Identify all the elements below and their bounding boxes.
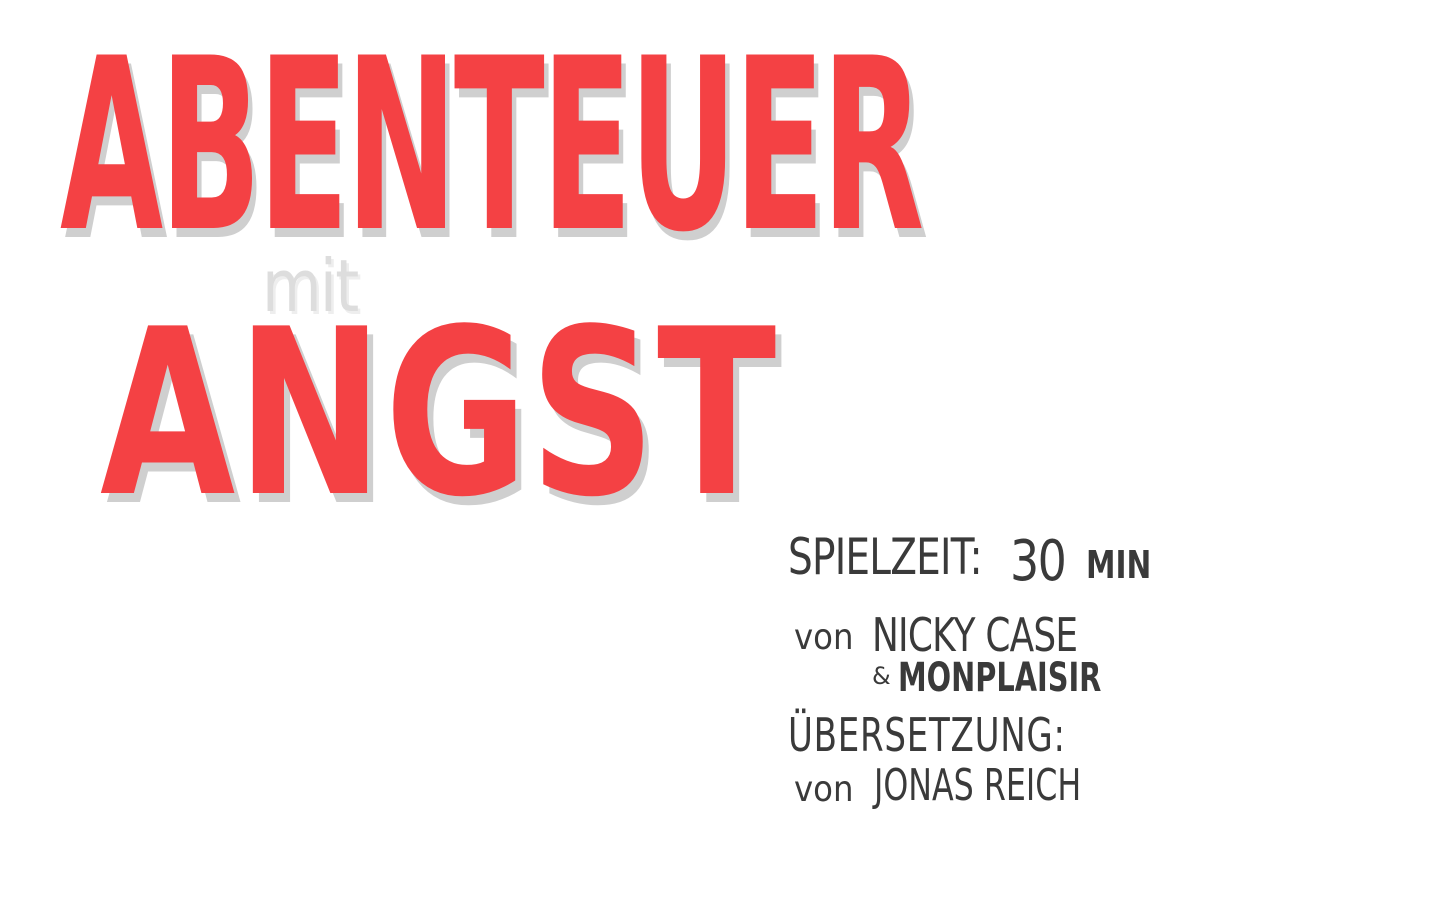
playtime-value: 30 <box>1010 529 1067 594</box>
title-screen: ABENTEUER mit ANGST SPIELZEIT: 30 MIN vo… <box>0 0 1440 900</box>
author-name: NICKY CASE <box>872 608 1078 662</box>
translation-label: ÜBERSETZUNG: <box>788 708 1066 762</box>
translator-name: JONAS REICH <box>874 760 1082 811</box>
translator-credit: von JONAS REICH <box>794 764 1081 810</box>
title-sub: ANGST <box>100 281 778 548</box>
coauthor-prefix: & <box>872 662 891 690</box>
translator-prefix: von <box>794 769 854 810</box>
title-main: ABENTEUER <box>60 8 924 285</box>
playtime-unit: MIN <box>1086 543 1152 587</box>
author-prefix: von <box>794 617 854 658</box>
coauthor-credit: & MONPLAISIR <box>872 658 1101 698</box>
author-credit: von NICKY CASE <box>794 612 1078 658</box>
coauthor-name: MONPLAISIR <box>898 655 1102 701</box>
playtime-label: SPIELZEIT: <box>788 528 983 586</box>
translation-info: ÜBERSETZUNG: <box>788 712 1163 758</box>
playtime-info: SPIELZEIT: 30 MIN <box>788 528 1151 590</box>
